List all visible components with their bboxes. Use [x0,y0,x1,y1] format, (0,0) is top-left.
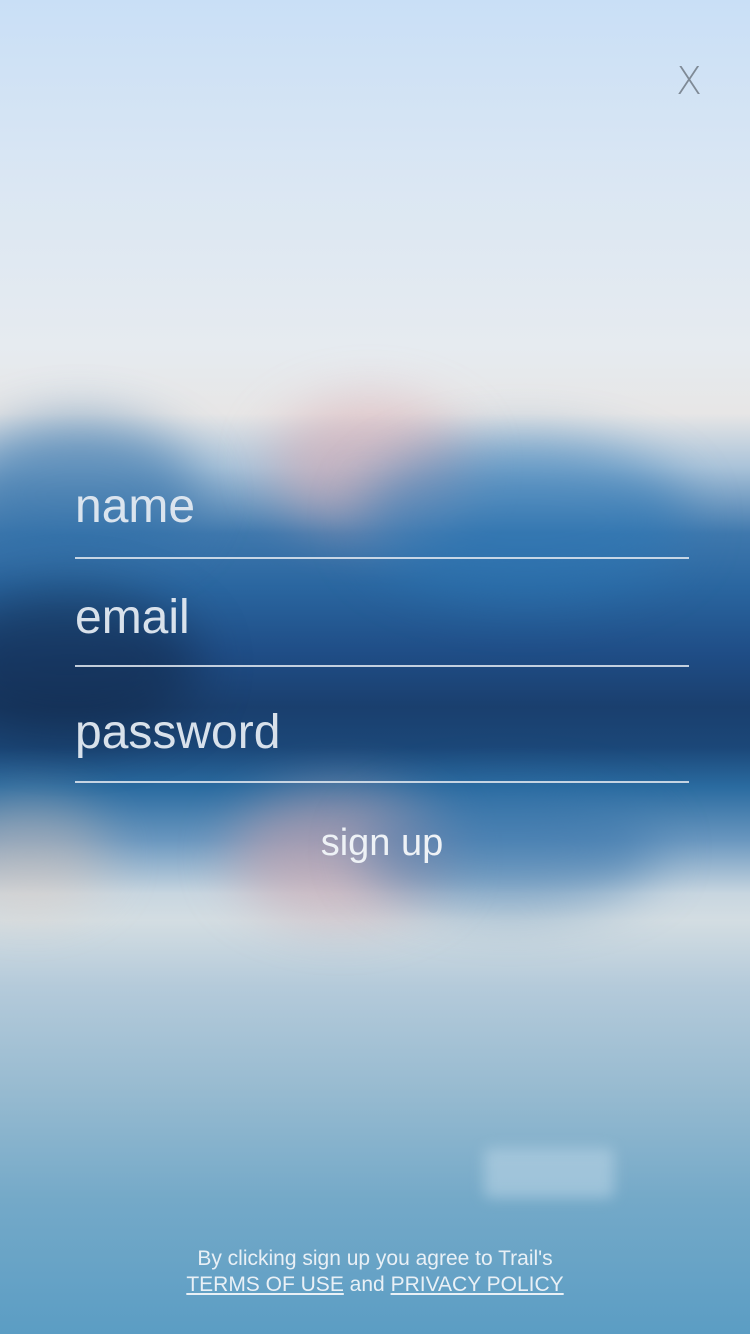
privacy-policy-link[interactable]: PRIVACY POLICY [391,1273,564,1296]
terms-notice: By clicking sign up you agree to Trail's… [0,1246,750,1298]
terms-of-use-link[interactable]: TERMS OF USE [186,1273,344,1296]
close-button[interactable]: X [664,56,714,106]
social-login-button-right[interactable] [484,1148,614,1198]
terms-notice-text: By clicking sign up you agree to Trail's [197,1247,553,1270]
terms-and-text: and [349,1273,385,1296]
email-input[interactable] [75,570,689,665]
social-login-button-left[interactable] [78,1148,298,1198]
password-input[interactable] [75,683,689,781]
password-field [75,683,689,783]
close-icon: X [675,59,703,103]
sign-up-button[interactable]: sign up [250,812,514,874]
email-field [75,570,689,667]
blurred-lake-background [0,0,750,1334]
name-input[interactable] [75,455,689,557]
name-field [75,455,689,559]
